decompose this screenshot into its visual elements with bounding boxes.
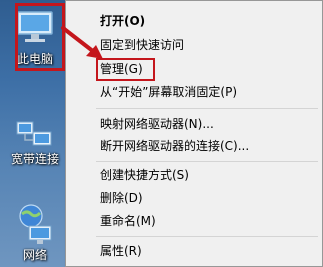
menu-item-map-network-drive[interactable]: 映射网络驱动器(N)... (100, 114, 316, 134)
menu-item-open[interactable]: 打开(O) (100, 11, 316, 31)
menu-item-disconnect-network-drive[interactable]: 断开网络驱动器的连接(C)... (100, 136, 316, 156)
menu-separator (96, 108, 318, 109)
context-menu: 打开(O) 固定到快速访问 管理(G) 从“开始”屏幕取消固定(P) 映射网络驱… (65, 0, 323, 267)
menu-separator (96, 161, 318, 162)
menu-item-delete[interactable]: 删除(D) (100, 188, 316, 208)
network-connection-icon (16, 121, 52, 146)
globe-network-icon (19, 204, 52, 244)
menu-item-rename[interactable]: 重命名(M) (100, 211, 316, 231)
menu-item-create-shortcut[interactable]: 创建快捷方式(S) (100, 165, 316, 185)
desktop-icon-network[interactable]: 网络 (6, 202, 64, 267)
desktop-icon-label: 宽带连接 (10, 152, 59, 166)
menu-item-pin-quick-access[interactable]: 固定到快速访问 (100, 35, 316, 55)
annotation-box-this-pc (15, 3, 65, 71)
desktop-icon-label: 网络 (22, 248, 47, 262)
menu-item-properties[interactable]: 属性(R) (100, 241, 316, 261)
menu-separator (96, 236, 318, 237)
menu-item-unpin-start[interactable]: 从“开始”屏幕取消固定(P) (100, 82, 316, 102)
desktop-icon-broadband[interactable]: 宽带连接 (6, 120, 64, 172)
annotation-box-manage (96, 58, 155, 81)
